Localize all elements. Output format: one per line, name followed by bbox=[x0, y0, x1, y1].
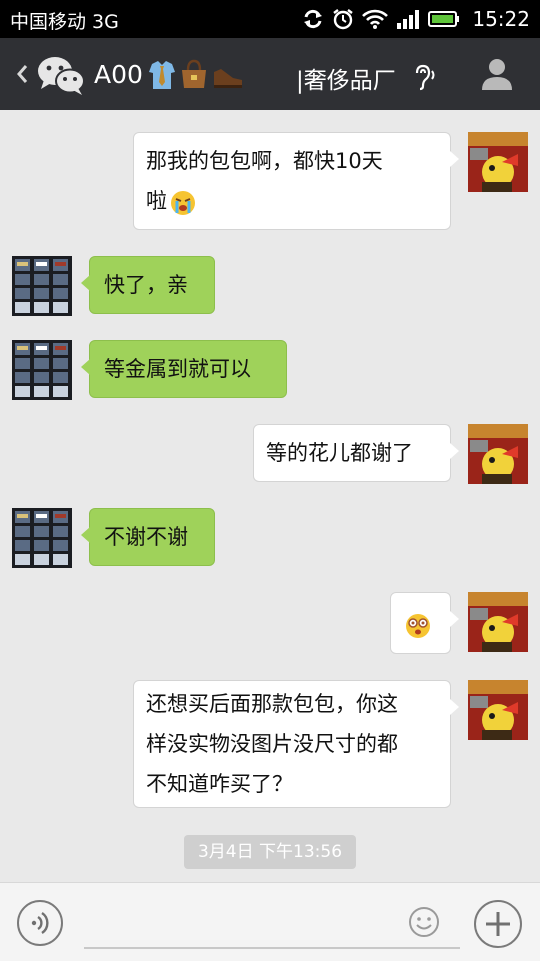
avatar-contact-image bbox=[12, 508, 72, 568]
plus-icon bbox=[486, 912, 510, 936]
voice-icon bbox=[31, 912, 49, 934]
wifi-icon bbox=[362, 9, 389, 29]
ear-icon[interactable] bbox=[411, 63, 437, 91]
carrier-label: 中国移动 3G bbox=[10, 11, 119, 33]
clock: 15:22 bbox=[472, 7, 530, 31]
wechat-logo bbox=[36, 54, 86, 96]
message-text: 等金属到就可以 bbox=[104, 357, 251, 381]
avatar-contact[interactable] bbox=[12, 256, 72, 316]
handbag-icon bbox=[182, 59, 206, 88]
message-text: 还想买后面那款包包，你这 bbox=[146, 692, 398, 716]
avatar-self[interactable] bbox=[468, 680, 528, 740]
status-icons: 15:22 bbox=[302, 6, 530, 32]
dizzy-face-icon bbox=[406, 614, 430, 638]
message-text: 样没实物没图片没尺寸的都 bbox=[146, 732, 398, 756]
back-icon bbox=[17, 65, 28, 83]
avatar-contact-image bbox=[12, 256, 72, 316]
avatar-contact[interactable] bbox=[12, 508, 72, 568]
message-text: 不知道咋买了？ bbox=[146, 772, 293, 796]
message-timestamp: 3月4日 下午13:56 bbox=[184, 835, 356, 869]
profile-button[interactable] bbox=[480, 56, 514, 92]
message-text: 啦 bbox=[146, 181, 438, 221]
message-text: 那我的包包啊，都快10天 bbox=[146, 149, 383, 173]
message-text: 快了，亲 bbox=[104, 273, 188, 297]
message-bubble-incoming[interactable]: 不谢不谢 bbox=[81, 508, 215, 566]
avatar-self[interactable] bbox=[468, 424, 528, 484]
back-button[interactable] bbox=[6, 56, 36, 92]
avatar-self-image bbox=[468, 592, 528, 652]
battery-icon bbox=[428, 11, 460, 27]
avatar-self-image bbox=[468, 424, 528, 484]
message-bubble-outgoing[interactable]: 等的花儿都谢了 bbox=[253, 424, 459, 482]
wechat-logo-icon bbox=[38, 57, 85, 95]
signal-icon bbox=[397, 10, 420, 29]
message-text: 等的花儿都谢了 bbox=[266, 441, 413, 465]
message-bubble-outgoing[interactable] bbox=[390, 592, 459, 654]
shirt-tie-icon bbox=[149, 61, 175, 89]
emoji-button[interactable] bbox=[407, 905, 441, 939]
avatar-self-image bbox=[468, 132, 528, 192]
message-bubble-outgoing[interactable]: 那我的包包啊，都快10天 啦 bbox=[133, 132, 459, 230]
chat-title: A00 bbox=[94, 60, 143, 89]
more-options-button[interactable] bbox=[474, 900, 522, 948]
avatar-contact-image bbox=[12, 340, 72, 400]
shoe-icon bbox=[214, 69, 242, 88]
avatar-self[interactable] bbox=[468, 592, 528, 652]
profile-icon bbox=[482, 59, 512, 90]
status-bar: 中国移动 3G 15:22 bbox=[0, 0, 540, 38]
avatar-self-image bbox=[468, 680, 528, 740]
avatar-self[interactable] bbox=[468, 132, 528, 192]
message-text: 不谢不谢 bbox=[104, 525, 188, 549]
message-input[interactable] bbox=[84, 901, 460, 949]
alarm-icon bbox=[333, 9, 354, 30]
message-bubble-incoming[interactable]: 等金属到就可以 bbox=[81, 340, 287, 398]
chat-subtitle: |奢侈品厂 bbox=[296, 68, 396, 94]
chat-header: A00 |奢侈品厂 bbox=[0, 38, 540, 110]
message-bubble-incoming[interactable]: 快了，亲 bbox=[81, 256, 215, 314]
emoji-icon bbox=[409, 907, 439, 937]
voice-button[interactable] bbox=[17, 900, 63, 946]
sync-icon bbox=[304, 9, 323, 29]
input-bar bbox=[0, 882, 540, 961]
message-list[interactable]: 那我的包包啊，都快10天 啦 快了，亲 等金属到就可以 等的花儿都谢了 不谢不谢… bbox=[0, 110, 540, 882]
crying-face-icon bbox=[171, 191, 195, 215]
avatar-contact[interactable] bbox=[12, 340, 72, 400]
message-bubble-outgoing[interactable]: 还想买后面那款包包，你这 样没实物没图片没尺寸的都 不知道咋买了？ bbox=[133, 680, 459, 808]
title-emojis bbox=[147, 58, 245, 90]
